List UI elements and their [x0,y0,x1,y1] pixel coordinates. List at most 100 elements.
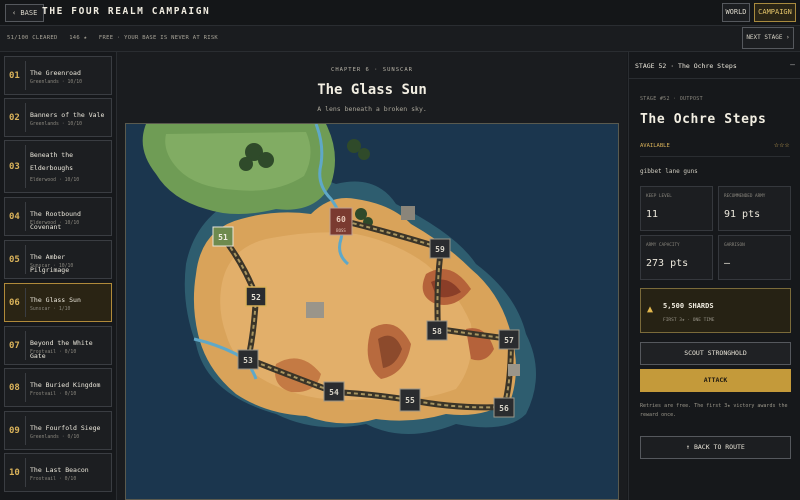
stat-label: GARRISON [724,243,745,248]
campaign-title: THE FOUR REALM CAMPAIGN [42,6,211,17]
svg-text:BOSS: BOSS [336,228,346,233]
stage-item-03[interactable]: 03 Beneath the Elderboughs Elderwood · 1… [4,140,112,193]
shard-icon: ▲ [647,304,654,315]
world-tab-button[interactable]: WORLD [722,3,750,22]
chapter-label: CHAPTER 6 · SUNSCAR [331,67,413,73]
stage-number: 06 [9,297,20,308]
map-node-51[interactable]: 51 [212,226,234,247]
stage-item-05[interactable]: 05 The Amber Pilgrimage Sunscar · 10/10 [4,240,112,279]
svg-text:56: 56 [499,404,509,413]
scout-stronghold-button[interactable]: SCOUT STRONGHOLD [640,342,791,365]
stage-item-02[interactable]: 02 Banners of the Vale Greenlands · 10/1… [4,98,112,137]
stage-meta: Frostvail · 0/10 [30,477,77,482]
stage-number: 01 [9,70,20,81]
cleared-count: 51/100 CLEARED [7,35,58,41]
svg-text:52: 52 [251,293,261,302]
collapse-panel-button[interactable]: — [790,60,795,69]
stage-number: 08 [9,382,20,393]
map-canvas: 51 52 53 54 55 56 57 58 59 60 BOSS [126,124,618,499]
stage-meta: Sunscar · 10/10 [30,264,74,269]
chapter-view: CHAPTER 6 · SUNSCAR The Glass Sun A lens… [117,52,627,500]
stage-number: 09 [9,425,20,436]
stat-value: 91 pts [724,209,761,220]
map-node-56[interactable]: 56 [493,397,515,418]
status-bar: 51/100 CLEARED 146 ★ FREE · YOUR BASE IS… [0,26,800,52]
svg-text:55: 55 [405,396,415,405]
stage-name: The Greenroad [30,69,81,77]
stage-number: 10 [9,467,20,478]
enemy-name: gibbet lane guns [640,168,698,175]
svg-text:60: 60 [336,215,346,224]
chapter-subtitle: A lens beneath a broken sky. [317,105,427,113]
svg-text:54: 54 [329,388,339,397]
stage-meta: Frostvail · 0/10 [30,350,77,355]
stage-number: 04 [9,211,20,222]
reward-card: ▲ 5,500 SHARDS FIRST 3★ · ONE TIME [640,288,791,333]
stat-army-capacity: ARMY CAPACITY 273 pts [640,235,713,280]
stage-item-09[interactable]: 09 The Fourfold Siege Greenlands · 0/10 [4,411,112,450]
stage-name: The Buried Kingdom [30,381,101,389]
stage-number: 03 [9,161,20,172]
stage-number: 07 [9,340,20,351]
map-node-55[interactable]: 55 [399,388,421,412]
stat-label: RECOMMENDED ARMY [724,194,766,199]
stage-name: The Last Beacon [30,466,89,474]
stat-keep-level: KEEP LEVEL 11 [640,186,713,231]
stage-item-01[interactable]: 01 The Greenroad Greenlands · 10/10 [4,56,112,95]
stage-list: 01 The Greenroad Greenlands · 10/10 02 B… [0,52,117,500]
campaign-tab-button[interactable]: CAMPAIGN [754,3,796,22]
panel-header-title: STAGE 52 · The Ochre Steps [635,62,737,70]
map-node-59[interactable]: 59 [429,238,451,259]
stage-name: Banners of the Vale [30,111,105,119]
next-stage-button[interactable]: NEXT STAGE › [742,27,794,49]
stage-number: 02 [9,112,20,123]
map-node-60-boss[interactable]: 60 BOSS [329,207,353,236]
campaign-progress: 51/100 CLEARED 146 ★ FREE · YOUR BASE IS… [7,35,226,41]
stage-meta: Sunscar · 1/10 [30,307,71,312]
stage-item-10[interactable]: 10 The Last Beacon Frostvail · 0/10 [4,453,112,492]
stage-name-heading: The Ochre Steps [640,112,767,127]
retry-note: Retries are free. The first 3★ victory a… [640,403,788,418]
back-to-base-button[interactable]: ‹ BASE [5,4,45,22]
stat-value: 273 pts [646,258,689,269]
star-rating: ☆☆☆ [774,140,790,149]
map-node-57[interactable]: 57 [498,329,520,350]
svg-text:53: 53 [243,356,253,365]
map-node-52[interactable]: 52 [245,286,267,307]
stage-meta: Greenlands · 0/10 [30,435,80,440]
map-node-53[interactable]: 53 [237,349,259,370]
divider [640,156,790,157]
campaign-map[interactable]: 51 52 53 54 55 56 57 58 59 60 BOSS [125,123,619,500]
stage-item-06[interactable]: 06 The Glass Sun Sunscar · 1/10 [4,283,112,322]
back-to-route-button[interactable]: ↑ BACK TO ROUTE [640,436,791,459]
stage-item-07[interactable]: 07 Beyond the White Gate Frostvail · 0/1… [4,326,112,365]
stage-meta: Frostvail · 0/10 [30,392,77,397]
stage-meta: Greenlands · 10/10 [30,122,82,127]
attack-button[interactable]: ATTACK [640,369,791,392]
star-count: 146 ★ [69,35,88,41]
map-node-54[interactable]: 54 [323,381,345,402]
stat-garrison: GARRISON – [718,235,791,280]
stage-name: Beneath the Elderboughs [30,151,74,172]
stage-kicker: STAGE #52 · OUTPOST [640,96,703,102]
panel-header: STAGE 52 · The Ochre Steps — [629,52,800,79]
stage-item-08[interactable]: 08 The Buried Kingdom Frostvail · 0/10 [4,368,112,407]
stage-name: The Glass Sun [30,296,81,304]
stage-name: The Fourfold Siege [30,424,101,432]
stat-value: 11 [646,209,659,220]
stage-meta: Elderwood · 10/10 [30,221,80,226]
svg-text:58: 58 [432,327,442,336]
stat-label: ARMY CAPACITY [646,243,680,248]
top-bar: ‹ BASE THE FOUR REALM CAMPAIGN WORLD CAM… [0,0,800,26]
chapter-title: The Glass Sun [317,82,427,98]
stage-item-04[interactable]: 04 The Rootbound Covenant Elderwood · 10… [4,197,112,236]
stat-label: KEEP LEVEL [646,194,672,199]
availability-badge: AVAILABLE [640,143,670,149]
stage-meta: Greenlands · 10/10 [30,80,82,85]
stage-number: 05 [9,254,20,265]
stage-detail-panel: STAGE 52 · The Ochre Steps — STAGE #52 ·… [628,52,800,500]
reward-amount: 5,500 SHARDS [663,302,714,310]
map-node-58[interactable]: 58 [426,320,448,341]
base-safety-note: FREE · YOUR BASE IS NEVER AT RISK [98,35,219,41]
reward-condition: FIRST 3★ · ONE TIME [663,318,715,323]
